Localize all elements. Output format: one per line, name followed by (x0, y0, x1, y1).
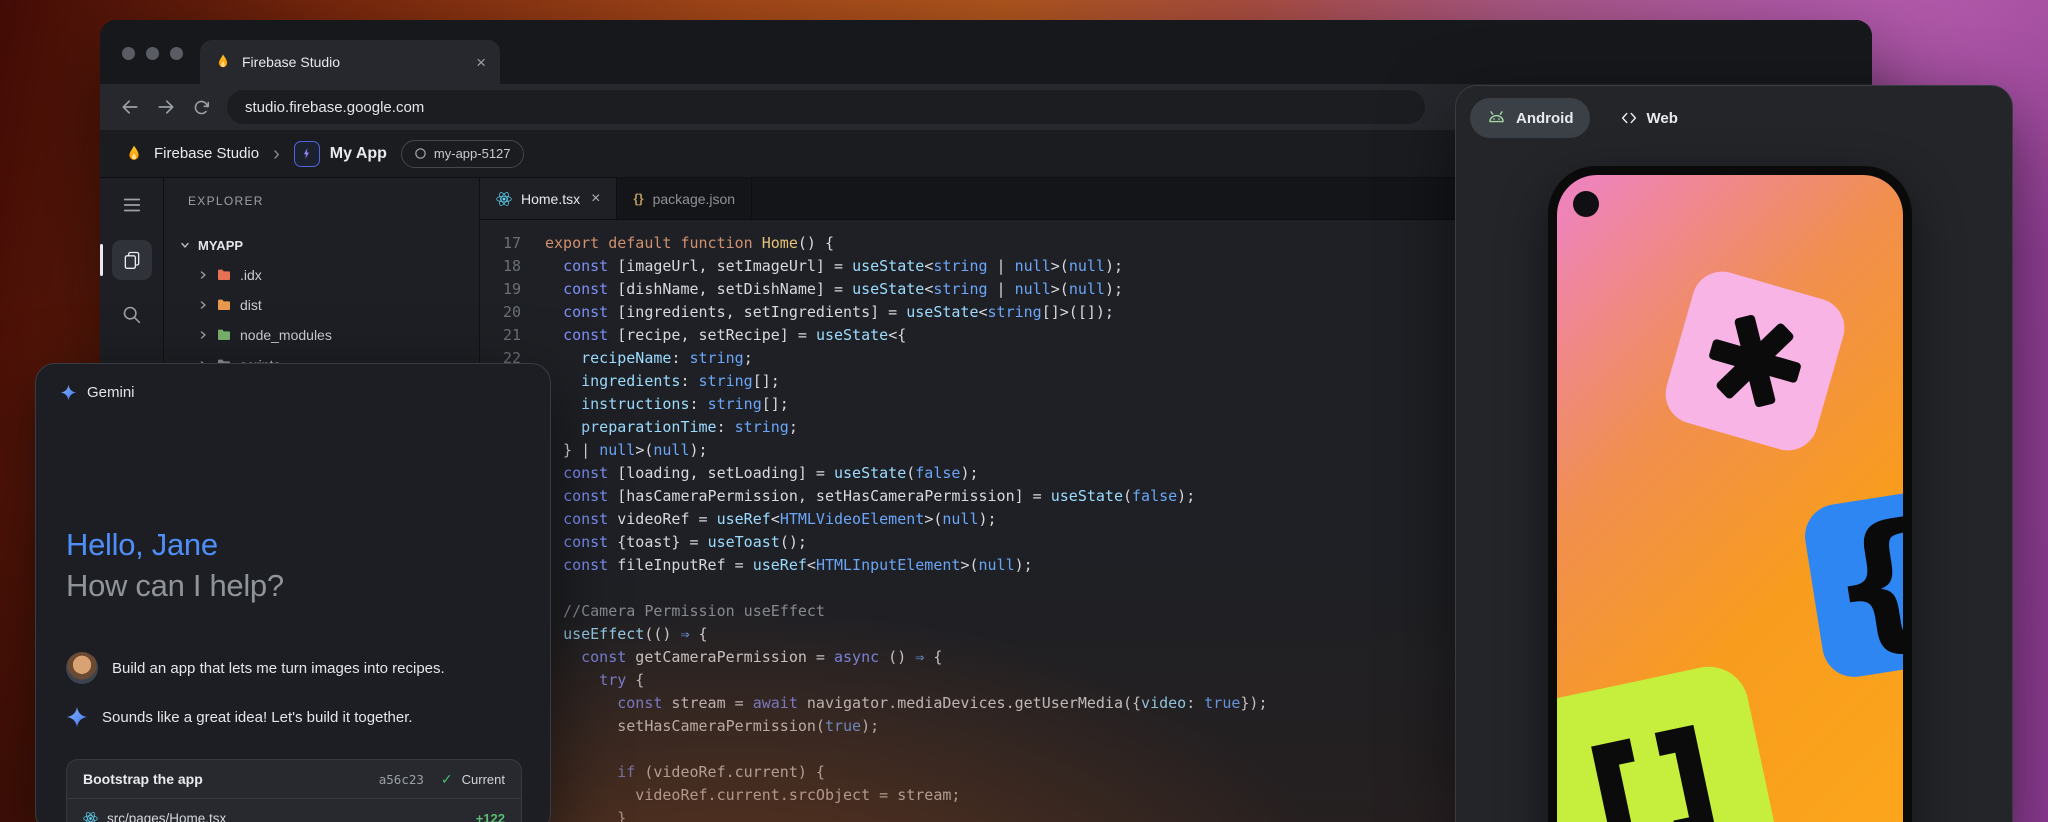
phone-mockup: { (1548, 166, 1912, 822)
chevron-right-icon (198, 330, 208, 340)
explorer-title: EXPLORER (164, 194, 479, 208)
android-icon (1486, 108, 1507, 129)
user-message-text: Build an app that lets me turn images in… (112, 660, 445, 677)
close-icon[interactable]: × (591, 190, 600, 208)
menu-icon[interactable] (121, 194, 143, 216)
code-icon (1620, 109, 1638, 127)
stage: Firebase Studio × studio.firebase.google… (0, 0, 2048, 822)
status-badge: Current (462, 772, 505, 787)
editor-tab-home[interactable]: Home.tsx × (480, 178, 617, 219)
brackets-icon (1578, 715, 1730, 822)
folder-label: dist (240, 297, 262, 313)
tab-close-icon[interactable]: × (476, 54, 486, 71)
chevron-right-icon (198, 300, 208, 310)
folder-label: node_modules (240, 327, 332, 343)
folder-label: MYAPP (198, 238, 243, 253)
search-icon[interactable] (121, 304, 142, 325)
react-icon (83, 811, 98, 822)
asterisk-icon (1691, 297, 1820, 426)
task-card-header[interactable]: Bootstrap the app a56c23 ✓ Current (67, 760, 521, 799)
tab-label: Home.tsx (521, 191, 580, 207)
explorer-item-dist[interactable]: dist (164, 290, 479, 320)
chevron-down-icon (180, 240, 190, 250)
user-avatar (66, 652, 98, 684)
titlebar: Firebase Studio × (100, 20, 1872, 84)
app-id-icon (414, 147, 427, 160)
react-icon (496, 191, 512, 207)
firebase-logo-icon (124, 144, 144, 164)
window-control-dot[interactable] (170, 47, 183, 60)
explorer-item-node-modules[interactable]: node_modules (164, 320, 479, 350)
firebase-favicon-icon (214, 53, 232, 71)
phone-screen[interactable]: { (1557, 175, 1903, 822)
device-preview-panel: Android Web { (1455, 85, 2013, 822)
browser-tab[interactable]: Firebase Studio × (200, 40, 500, 84)
android-toggle[interactable]: Android (1470, 98, 1590, 138)
url-bar[interactable]: studio.firebase.google.com (227, 90, 1425, 124)
file-path: src/pages/Home.tsx (107, 811, 467, 822)
files-icon (122, 250, 142, 270)
asterisk-tile (1659, 265, 1852, 458)
commit-hash: a56c23 (379, 772, 424, 787)
task-card: Bootstrap the app a56c23 ✓ Current src/p… (66, 759, 522, 822)
explorer-item-idx[interactable]: .idx (164, 260, 479, 290)
greeting-secondary: How can I help? (66, 565, 284, 606)
camera-punch-hole (1573, 191, 1599, 217)
window-control-dot[interactable] (146, 47, 159, 60)
url-text: studio.firebase.google.com (245, 99, 424, 116)
diff-added-count: +122 (476, 811, 505, 822)
assistant-message: Sounds like a great idea! Let's build it… (66, 706, 526, 728)
product-title[interactable]: Firebase Studio (154, 145, 259, 162)
web-toggle-label: Web (1647, 110, 1678, 127)
preview-target-toggles: Android Web (1470, 98, 1694, 138)
window-control-dot[interactable] (122, 47, 135, 60)
explorer-root-folder[interactable]: MYAPP (164, 230, 479, 260)
app-name[interactable]: My App (330, 145, 387, 163)
folder-icon (216, 297, 232, 313)
brace-glyph: { (1818, 501, 1903, 664)
json-icon: {} (633, 191, 643, 206)
assistant-message-text: Sounds like a great idea! Let's build it… (102, 709, 413, 726)
window-controls[interactable] (122, 47, 183, 60)
app-id-label: my-app-5127 (434, 146, 511, 161)
android-toggle-label: Android (1516, 110, 1574, 127)
user-message: Build an app that lets me turn images in… (66, 652, 526, 684)
reload-icon[interactable] (192, 98, 211, 117)
folder-icon (216, 327, 232, 343)
task-title: Bootstrap the app (83, 771, 370, 787)
app-id-badge[interactable]: my-app-5127 (401, 140, 524, 168)
task-card-file-row[interactable]: src/pages/Home.tsx +122 (67, 799, 521, 822)
app-prototype-icon (294, 141, 320, 167)
bracket-tile (1557, 659, 1786, 822)
gemini-star-icon (60, 384, 77, 401)
breadcrumb-separator: › (273, 144, 280, 164)
back-icon[interactable] (120, 97, 140, 117)
gemini-greeting: Hello, Jane How can I help? (66, 524, 284, 606)
gemini-header: Gemini (36, 364, 550, 401)
folder-label: .idx (240, 267, 262, 283)
brace-tile: { (1800, 482, 1903, 681)
explorer-activity-button[interactable] (112, 240, 152, 280)
browser-tab-title: Firebase Studio (242, 54, 340, 70)
editor-tab-package[interactable]: {} package.json (617, 178, 752, 219)
gemini-star-icon (66, 706, 88, 728)
web-toggle[interactable]: Web (1604, 98, 1694, 138)
check-icon: ✓ (441, 771, 453, 788)
gemini-title: Gemini (87, 384, 135, 401)
greeting-primary: Hello, Jane (66, 524, 284, 565)
tab-label: package.json (653, 191, 736, 207)
forward-icon[interactable] (156, 97, 176, 117)
chevron-right-icon (198, 270, 208, 280)
gemini-panel: Gemini Hello, Jane How can I help? Build… (35, 363, 551, 822)
folder-icon (216, 267, 232, 283)
file-tree: MYAPP .idx dist node (164, 230, 479, 380)
